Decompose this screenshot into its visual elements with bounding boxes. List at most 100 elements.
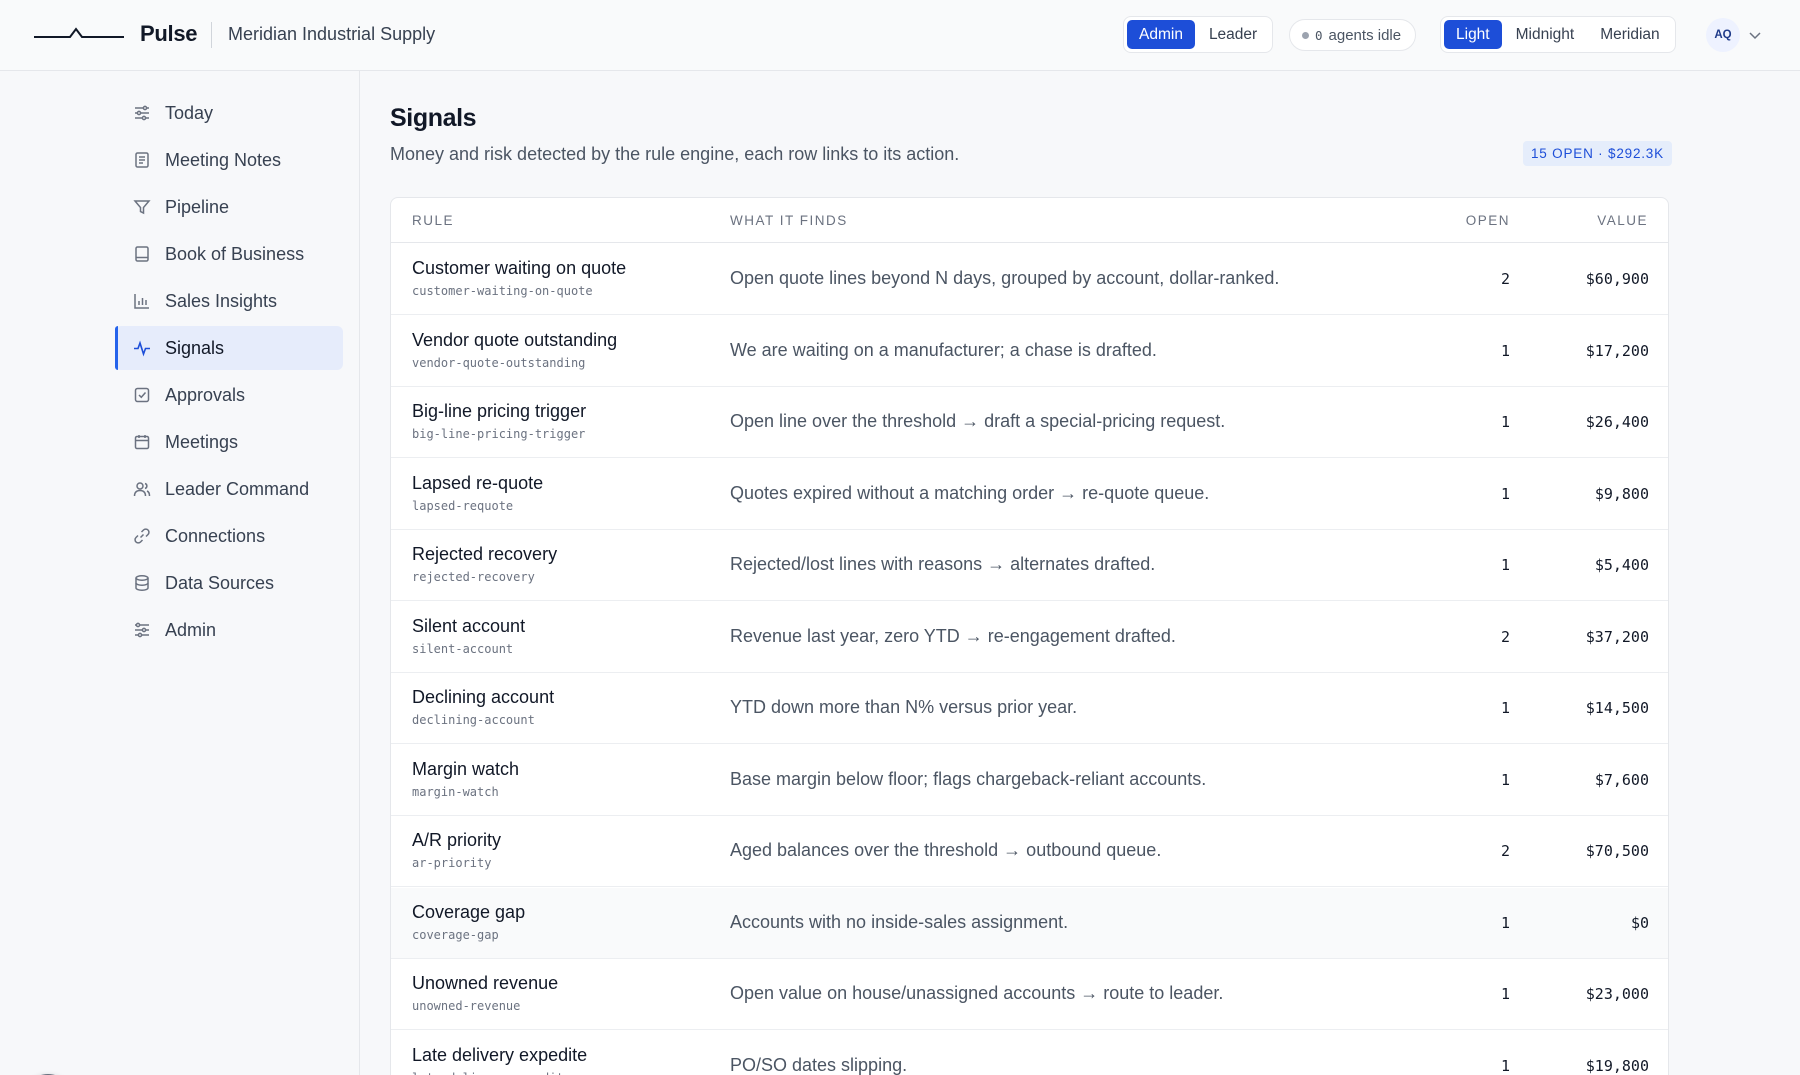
theme-light-button[interactable]: Light [1444,20,1502,49]
open-value: $0 [1630,913,1649,932]
sidebar-item-label: Meetings [165,431,239,452]
open-count: 1 [1500,341,1510,360]
table-row[interactable]: Rejected recovery rejected-recovery Reject… [391,530,1668,601]
sidebar-item-connections[interactable]: Connections [115,514,343,558]
table-row[interactable]: Declining account declining-account YTD do… [391,673,1668,744]
table-row[interactable]: Lapsed re-quote lapsed-requote Quotes expi… [391,459,1668,530]
org-name: Meridian Industrial Supply [228,24,436,44]
sidebar-item-book-of-business[interactable]: Book of Business [115,232,343,276]
rule-slug: late-delivery-expedite [412,1071,571,1075]
rule-slug: vendor-quote-outstanding [412,355,586,370]
sidebar-item-label: Meeting Notes [165,149,282,170]
sidebar-item-meetings[interactable]: Meetings [115,420,343,464]
rule-name: A/R priority [412,830,502,850]
rule-description: Open value on house/unassigned accounts … [730,983,1224,1003]
table-row[interactable]: A/R priority ar-priority Aged balances ove… [391,816,1668,887]
rule-name: Coverage gap [412,901,526,922]
open-count: 1 [1500,985,1510,1003]
rule-description: Accounts with no inside-sales assignment… [730,911,1069,932]
rule-name: Customer waiting on quote [412,258,627,278]
rule-name: Lapsed re-quote [412,472,544,493]
chevron-down-icon[interactable] [1748,28,1762,42]
open-value: $7,600 [1594,770,1649,789]
theme-meridian-button[interactable]: Meridian [1588,20,1671,49]
main-content: Signals Money and risk detected by the r… [361,71,1800,1075]
rule-name: Big-line pricing trigger [412,401,587,421]
table-row[interactable]: Customer waiting on quote customer-waitin… [391,244,1668,315]
open-count: 1 [1500,1056,1510,1075]
role-admin-button[interactable]: Admin [1127,20,1195,49]
avatar[interactable]: AQ [1706,18,1740,52]
notes-icon [135,152,149,168]
role-leader-button[interactable]: Leader [1197,20,1269,49]
status-dot-icon [1302,31,1309,39]
calendar-icon [134,435,150,450]
rule-description: Revenue last year, zero YTD → re-engagem… [730,625,1176,646]
open-count: 1 [1500,413,1510,431]
rule-description: Base margin below floor; flags chargebac… [730,768,1207,789]
sidebar-item-pipeline[interactable]: Pipeline [115,185,343,229]
rule-description: We are waiting on a manufacturer; a chas… [730,339,1157,360]
sidebar-item-label: Today [165,102,214,123]
rule-slug: customer-waiting-on-quote [412,284,593,298]
open-value: $37,200 [1585,627,1649,646]
rule-name: Unowned revenue [412,973,559,993]
rule-description: PO/SO dates slipping. [730,1054,908,1075]
pulse-logo-icon [34,27,124,38]
rule-description: YTD down more than N% versus prior year. [730,697,1078,717]
open-count: 1 [1500,484,1510,503]
theme-midnight-button[interactable]: Midnight [1504,20,1587,49]
open-value: $19,800 [1585,1056,1649,1075]
link-icon [134,528,150,544]
open-value: $23,000 [1585,985,1649,1003]
table-header: RULE WHAT IT FINDS OPEN VALUE [391,198,1668,243]
bar-chart-icon [134,294,149,309]
rule-name: Margin watch [412,758,520,779]
table-row[interactable]: Coverage gap coverage-gap Accounts with no… [391,887,1668,959]
table-row[interactable]: Silent account silent-account Revenue last… [391,602,1668,673]
open-value: $26,400 [1585,413,1649,431]
brand-divider [211,22,212,48]
rule-name: Rejected recovery [412,544,558,564]
sidebar-item-sales-insights[interactable]: Sales Insights [115,279,343,323]
sidebar: Today Meeting Notes Pipeline Book of Bus… [0,71,360,1075]
sidebar-item-admin[interactable]: Admin [115,608,343,652]
book-icon [135,246,149,262]
rule-slug: rejected-recovery [412,570,535,584]
open-count: 1 [1500,913,1510,932]
table-row[interactable]: Vendor quote outstanding vendor-quote-out… [391,316,1668,387]
activity-icon [134,340,150,357]
database-icon [135,575,149,591]
open-value: $14,500 [1585,699,1649,717]
table-row[interactable]: Big-line pricing trigger big-line-pricing… [391,387,1668,458]
sidebar-item-approvals[interactable]: Approvals [115,373,343,417]
sidebar-item-meeting-notes[interactable]: Meeting Notes [115,138,343,182]
agents-count: 0 [1315,27,1323,43]
table-row[interactable]: Late delivery expedite late-delivery-expe… [391,1031,1668,1075]
sidebar-item-label: Data Sources [165,572,275,593]
rule-description: Open line over the threshold → draft a s… [730,411,1226,431]
check-square-icon [134,387,150,403]
sidebar-item-data-sources[interactable]: Data Sources [115,561,343,605]
table-row[interactable]: Unowned revenue unowned-revenue Open value… [391,959,1668,1030]
rule-slug: declining-account [412,713,535,727]
rule-slug: unowned-revenue [412,999,521,1013]
sidebar-item-signals[interactable]: Signals [115,326,343,370]
sidebar-item-today[interactable]: Today [115,91,343,135]
agents-status-pill[interactable]: 0 agents idle [1289,19,1417,51]
users-icon [133,482,151,497]
rule-slug: big-line-pricing-trigger [412,427,586,441]
sidebar-item-label: Approvals [165,384,246,405]
open-value: $17,200 [1585,341,1649,360]
column-header-rule: RULE [412,213,455,228]
sidebar-item-leader-command[interactable]: Leader Command [115,467,343,511]
page-subtitle: Money and risk detected by the rule engi… [390,144,960,164]
open-count: 2 [1500,842,1510,860]
sidebar-item-label: Sales Insights [165,290,278,311]
page-title: Signals [390,104,477,132]
column-header-open: OPEN [1465,213,1510,228]
agents-label: agents idle [1328,26,1402,44]
table-row[interactable]: Margin watch margin-watch Base margin belo… [391,745,1668,816]
open-value: $60,900 [1585,270,1649,288]
brand-name[interactable]: Pulse [140,21,198,47]
